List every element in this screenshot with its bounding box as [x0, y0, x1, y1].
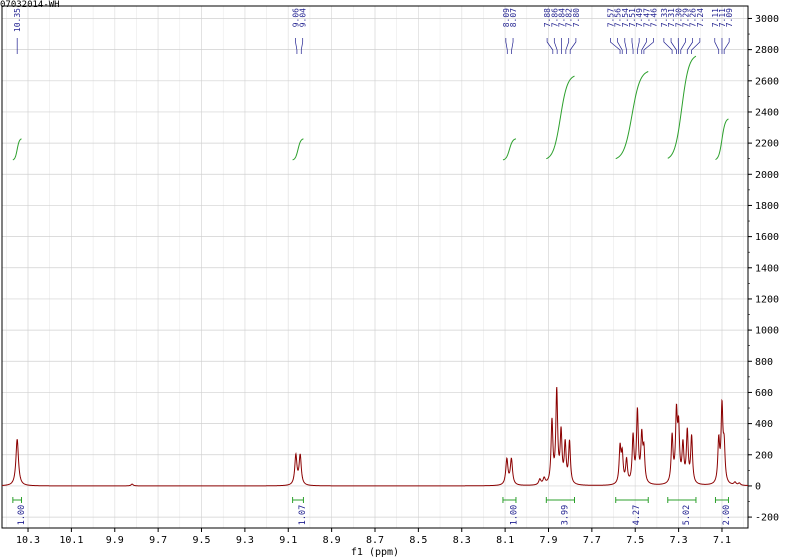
peak-leader-line — [546, 38, 554, 54]
peak-leader-line — [569, 38, 577, 54]
x-tick-label: 10.1 — [59, 535, 83, 546]
x-tick-label: 9.7 — [149, 535, 167, 546]
peak-labels: 10.35 9.069.04 8.098.07 7.887.867.847.827.8… — [13, 8, 734, 54]
peak-shift-label: 9.04 — [299, 8, 308, 27]
peak-shift-label: 7.09 — [725, 8, 734, 27]
y-tick-label: 1000 — [755, 326, 779, 337]
x-tick-label: 9.5 — [192, 535, 210, 546]
y-tick-label: 2400 — [755, 107, 779, 118]
y-tick-label: -200 — [755, 513, 779, 524]
x-tick-label: 7.3 — [670, 535, 688, 546]
x-tick-label: 9.9 — [106, 535, 124, 546]
peak-leader-line — [511, 38, 514, 54]
peak-leader-line — [631, 38, 634, 54]
y-tick-label: 600 — [755, 388, 773, 399]
peak-shift-label: 7.24 — [696, 8, 705, 27]
peak-leader-line — [610, 38, 621, 54]
peak-shift-label: 7.46 — [650, 8, 659, 27]
peak-leader-line — [723, 38, 730, 54]
integration-value: 5.02 — [682, 505, 692, 525]
peak-leader-line — [637, 38, 640, 54]
peak-leader-line — [565, 38, 570, 54]
y-tick-label: 0 — [755, 481, 761, 492]
x-axis-ticks: 10.3 10.1 9.9 9.7 9.5 9.3 9.1 8.9 8.7 8.5 8.3 8.1 7.… — [16, 528, 731, 546]
integral-curve — [12, 138, 22, 161]
peak-leader-line — [295, 38, 298, 54]
peak-leader-line — [300, 38, 304, 54]
y-tick-label: 1600 — [755, 232, 779, 243]
x-tick-label: 7.7 — [583, 535, 601, 546]
x-tick-label: 9.1 — [279, 535, 297, 546]
x-tick-label: 7.1 — [713, 535, 731, 546]
x-tick-label: 7.9 — [539, 535, 557, 546]
peak-leader-line — [643, 38, 654, 54]
x-tick-label: 9.3 — [236, 535, 254, 546]
x-tick-label: 10.3 — [16, 535, 40, 546]
sample-label: 07032014-WH — [0, 0, 60, 10]
x-tick-label: 8.3 — [453, 535, 471, 546]
y-tick-label: 2600 — [755, 76, 779, 87]
peak-leader-line — [505, 38, 508, 54]
y-tick-label: 2800 — [755, 45, 779, 56]
peak-shift-label: 10.35 — [13, 8, 22, 32]
integration-labels: 1.00 1.07 1.00 3.99 4.27 5.02 2.00 — [12, 497, 732, 525]
x-tick-label: 8.5 — [409, 535, 427, 546]
y-tick-label: 200 — [755, 450, 773, 461]
y-tick-label: 800 — [755, 357, 773, 368]
integration-value: 1.00 — [17, 505, 27, 525]
y-tick-label: 2000 — [755, 170, 779, 181]
x-tick-label: 8.1 — [496, 535, 514, 546]
x-tick-label: 8.9 — [323, 535, 341, 546]
nmr-spectrum-chart: 10.3 10.1 9.9 9.7 9.5 9.3 9.1 8.9 8.7 8.5 8.3 8.1 7.… — [1, 5, 779, 558]
integration-value: 3.99 — [560, 505, 570, 525]
peak-leader-line — [624, 38, 627, 54]
peak-leader-line — [553, 38, 558, 54]
integral-curves — [12, 55, 729, 161]
y-tick-label: 3000 — [755, 14, 779, 25]
peak-shift-label: 8.07 — [509, 8, 518, 27]
integral-curve — [615, 71, 649, 160]
integration-value: 2.00 — [722, 505, 732, 525]
integration-value: 1.07 — [298, 505, 308, 525]
x-axis-label: f1 (ppm) — [351, 547, 399, 558]
y-tick-label: 1800 — [755, 201, 779, 212]
y-axis-ticks: -200 0 200 400 600 800 1000 1200 1400 1600 1800 200… — [748, 14, 779, 524]
y-tick-label: 2200 — [755, 139, 779, 150]
peak-leader-line — [714, 38, 720, 54]
integration-value: 1.00 — [509, 505, 519, 525]
integral-curve — [292, 138, 304, 161]
integration-value: 4.27 — [632, 505, 642, 525]
peak-leader-line — [680, 38, 686, 54]
y-tick-label: 400 — [755, 419, 773, 430]
x-tick-label: 7.5 — [626, 535, 644, 546]
peak-shift-label: 7.80 — [572, 8, 581, 27]
y-tick-label: 1400 — [755, 263, 779, 274]
x-tick-label: 8.7 — [366, 535, 384, 546]
y-tick-label: 1200 — [755, 294, 779, 305]
